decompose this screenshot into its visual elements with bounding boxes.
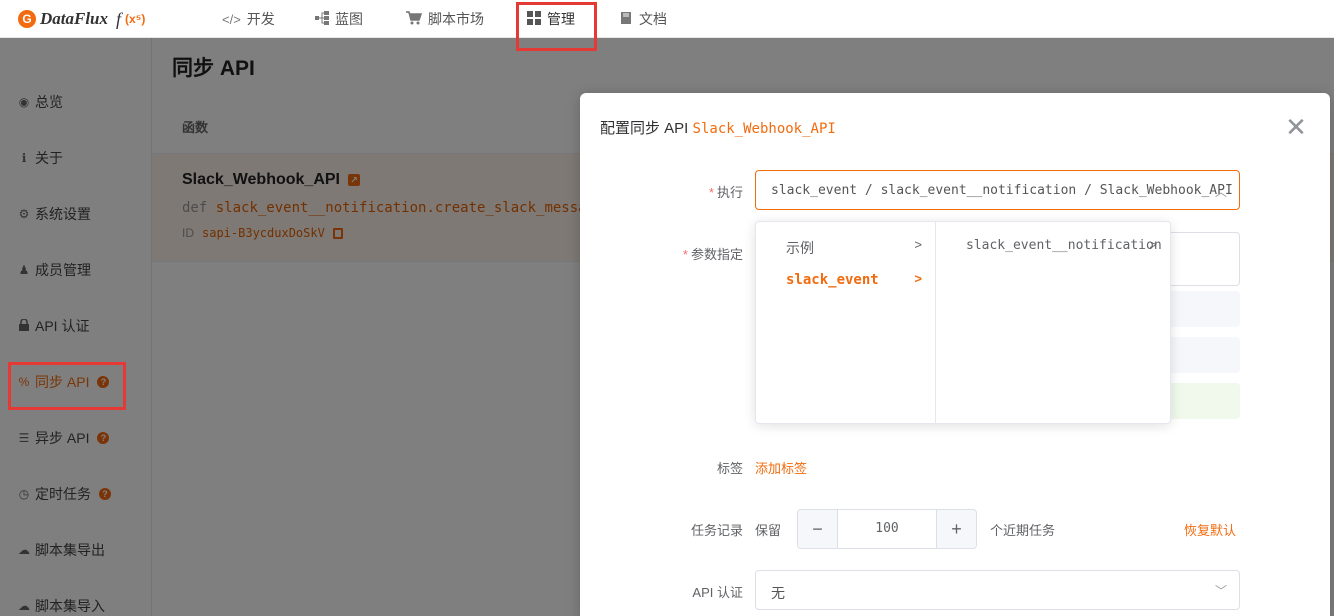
logo-sup: (x⁵)	[125, 12, 146, 26]
chevron-down-icon: ﹀	[1214, 584, 1227, 598]
dialog-title-prefix: 配置同步 API	[600, 120, 689, 137]
keep-label: 保留	[755, 523, 782, 538]
auth-select-value: 无	[771, 585, 785, 601]
book-icon	[619, 11, 633, 28]
nav-develop[interactable]: </> 开发	[222, 10, 275, 28]
nav-script-market-label: 脚本市场	[428, 11, 484, 27]
task-suffix: 个近期任务	[990, 523, 1056, 538]
params-label-text: 参数指定	[690, 247, 743, 262]
task-count-stepper: − 100 +	[797, 509, 977, 549]
add-tag-button[interactable]: 添加标签	[755, 458, 807, 477]
task-count-value[interactable]: 100	[838, 521, 936, 536]
restore-default-button[interactable]: 恢复默认	[1184, 520, 1236, 539]
chevron-right-icon: >	[914, 271, 922, 286]
dialog-title-code: Slack_Webhook_API	[692, 121, 836, 137]
auth-select[interactable]: 无 ﹀	[755, 570, 1240, 610]
nav-docs-label: 文档	[639, 11, 667, 27]
top-navbar: G DataFlux f (x⁵) </> 开发 蓝图 脚本市场 管理 文档	[0, 0, 1334, 38]
nav-docs[interactable]: 文档	[619, 10, 667, 28]
chevron-up-icon: ︿	[1214, 185, 1227, 199]
chevron-right-icon: >	[914, 237, 922, 252]
sitemap-icon	[315, 10, 329, 28]
chevron-right-icon: >	[1149, 237, 1157, 252]
increment-button[interactable]: +	[936, 510, 976, 548]
nav-blueprint-label: 蓝图	[335, 11, 363, 27]
logo-text: DataFlux	[40, 9, 109, 28]
cascader-item-label: slack_event	[786, 272, 879, 288]
cart-icon	[406, 10, 423, 28]
exec-select-value: slack_event / slack_event__notification …	[771, 183, 1233, 198]
logo-func: f	[116, 8, 122, 29]
cascader-item-slack-event[interactable]: slack_event >	[756, 263, 936, 297]
nav-develop-label: 开发	[246, 11, 275, 27]
exec-select[interactable]: slack_event / slack_event__notification …	[755, 170, 1240, 210]
cascader-item-example[interactable]: 示例 >	[756, 229, 936, 263]
tags-label: 标签	[716, 461, 743, 476]
required-mark: *	[708, 185, 714, 200]
params-label: * 参数指定	[655, 244, 743, 263]
dialog-title: 配置同步 API Slack_Webhook_API	[600, 117, 836, 138]
cascader-item-label: slack_event__notification	[966, 238, 1162, 253]
exec-label: * 执行	[675, 182, 743, 201]
code-icon: </>	[222, 11, 241, 27]
close-icon[interactable]: ✕	[1282, 112, 1310, 142]
highlight-box-manage	[516, 2, 597, 51]
nav-blueprint[interactable]: 蓝图	[315, 10, 363, 28]
nav-script-market[interactable]: 脚本市场	[406, 10, 484, 28]
decrement-button[interactable]: −	[798, 510, 838, 548]
exec-label-text: 执行	[716, 185, 743, 200]
exec-cascader-dropdown: 示例 > slack_event > slack_event__notifica…	[755, 221, 1171, 424]
cascader-item-slack-event-notification[interactable]: slack_event__notification >	[937, 229, 1171, 263]
auth-label: API 认证	[692, 585, 743, 600]
cascader-item-label: 示例	[786, 240, 814, 256]
logo-mark-icon: G	[18, 10, 36, 28]
highlight-box-sync-api	[8, 362, 126, 410]
logo[interactable]: G DataFlux f (x⁵)	[18, 6, 145, 32]
task-label: 任务记录	[690, 523, 743, 538]
required-mark: *	[682, 247, 688, 262]
